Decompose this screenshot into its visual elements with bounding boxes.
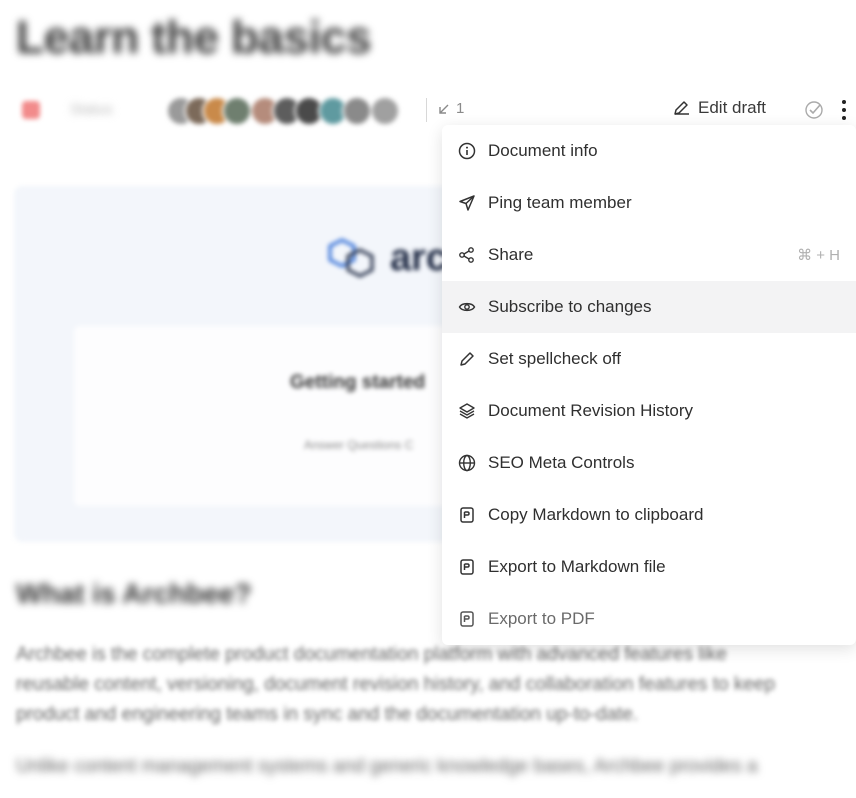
globe-icon [458, 454, 476, 472]
menu-item-seo-meta-controls[interactable]: SEO Meta Controls [442, 437, 856, 489]
menu-item-export-markdown[interactable]: Export to Markdown file [442, 541, 856, 593]
menu-item-document-revision-history[interactable]: Document Revision History [442, 385, 856, 437]
more-options-icon[interactable] [836, 96, 852, 124]
preview-heading: Getting started [290, 372, 426, 393]
section-heading: What is Archbee? [16, 578, 252, 609]
menu-item-label: Export to Markdown file [488, 557, 666, 576]
backlinks-count: 1 [456, 100, 465, 117]
status-indicator[interactable] [22, 101, 40, 119]
menu-item-label: Share [488, 245, 534, 264]
backlinks-button[interactable]: 1 [438, 100, 464, 117]
arrow-down-left-icon [438, 103, 450, 115]
share-shortcut: ⌘ + H [797, 247, 840, 264]
eye-icon [458, 298, 476, 316]
menu-item-label: Set spellcheck off [488, 349, 621, 368]
avatar [222, 96, 252, 126]
edit-draft-button[interactable]: Edit draft [672, 98, 766, 118]
menu-item-label: Ping team member [488, 193, 632, 212]
share-icon [458, 246, 476, 264]
menu-item-subscribe-to-changes[interactable]: Subscribe to changes [442, 281, 856, 333]
paragraph-line: reusable content, versioning, document r… [16, 674, 776, 695]
menu-item-share[interactable]: Share ⌘ + H [442, 229, 856, 281]
menu-item-label: Subscribe to changes [488, 297, 652, 316]
send-icon [458, 194, 476, 212]
page-title: Learn the basics [16, 11, 372, 63]
paragraph-line: Unlike content management systems and ge… [16, 756, 758, 777]
menu-item-ping-team-member[interactable]: Ping team member [442, 177, 856, 229]
markdown-icon [458, 506, 476, 524]
pencil-icon [672, 99, 690, 117]
paragraph-line: product and engineering teams in sync an… [16, 704, 639, 725]
menu-item-copy-markdown[interactable]: Copy Markdown to clipboard [442, 489, 856, 541]
avatar [342, 96, 372, 126]
layers-icon [458, 402, 476, 420]
avatar [370, 96, 400, 126]
status-label: Status [70, 101, 113, 118]
document-options-menu: Document info Ping team member Share ⌘ +… [442, 125, 856, 645]
info-icon [458, 142, 476, 160]
edit-draft-label: Edit draft [698, 98, 767, 117]
menu-item-set-spellcheck-off[interactable]: Set spellcheck off [442, 333, 856, 385]
menu-item-label: SEO Meta Controls [488, 453, 635, 472]
toolbar-divider [426, 98, 427, 122]
menu-item-label: Document info [488, 141, 598, 160]
menu-item-label: Export to PDF [488, 609, 595, 628]
pencil-icon [458, 350, 476, 368]
menu-item-label: Copy Markdown to clipboard [488, 505, 704, 524]
menu-item-label: Document Revision History [488, 401, 694, 420]
menu-item-export-pdf[interactable]: Export to PDF [442, 593, 856, 645]
preview-callout: Answer Questions C [304, 438, 414, 452]
verify-check-icon[interactable] [804, 100, 824, 120]
document-toolbar: Status 1 Edit draft [0, 92, 856, 128]
menu-item-document-info[interactable]: Document info [442, 125, 856, 177]
markdown-file-icon [458, 558, 476, 576]
pdf-icon [458, 610, 476, 628]
